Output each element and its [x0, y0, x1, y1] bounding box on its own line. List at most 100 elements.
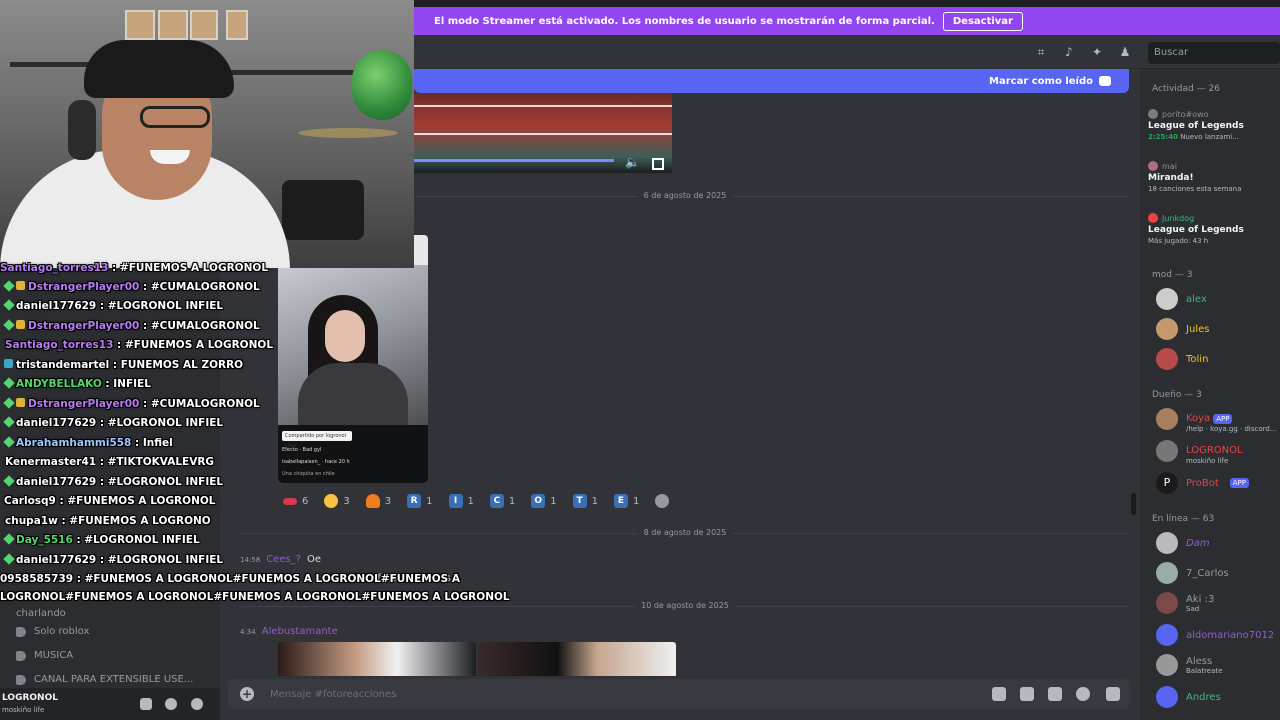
mod-header: mod — 3	[1152, 270, 1193, 280]
date-divider-label: 10 de agosto de 2025	[635, 599, 735, 613]
activity-sub: 18 canciones esta semana	[1148, 185, 1242, 193]
fullscreen-icon[interactable]	[652, 158, 664, 170]
scrollbar[interactable]	[1131, 493, 1136, 515]
message-author[interactable]: Alebustamante	[262, 626, 338, 637]
reaction-count: 3	[343, 495, 350, 507]
avatar	[1156, 654, 1178, 676]
activity-sub: Más jugado: 43 h	[1148, 237, 1209, 245]
emoji-icon[interactable]	[1076, 687, 1090, 701]
add-attachment-icon[interactable]: +	[240, 687, 254, 701]
member-andres[interactable]: Andres	[1156, 684, 1280, 710]
message: r fotoreacciones ?	[370, 573, 459, 584]
voice-channel-solo-roblox[interactable]: Solo roblox	[16, 626, 89, 637]
reaction-letter-c[interactable]: C1	[485, 490, 520, 512]
member-7-carlos[interactable]: 7_Carlos	[1156, 560, 1280, 586]
activity-user: mai	[1162, 161, 1177, 171]
image-attachment[interactable]	[278, 642, 476, 676]
video-progress-bar[interactable]	[414, 159, 614, 162]
avatar	[1156, 288, 1178, 310]
webcam-wall-frame	[226, 10, 248, 40]
activity-card[interactable]: Junkdog League of Legends Más jugado: 43…	[1148, 213, 1280, 245]
apps-icon[interactable]	[1106, 687, 1120, 701]
activity-card[interactable]: mai Miranda! 18 canciones esta semana	[1148, 161, 1280, 193]
gif-icon[interactable]	[1020, 687, 1034, 701]
message-input[interactable]	[270, 684, 870, 704]
threads-icon[interactable]: ⌗	[1034, 45, 1048, 59]
date-divider: 10 de agosto de 2025	[240, 599, 1130, 613]
voice-channel-extensible[interactable]: CANAL PARA EXTENSIBLE USE...	[16, 674, 193, 685]
microphone-icon[interactable]	[140, 698, 152, 710]
speaker-icon	[16, 674, 26, 685]
bell-icon[interactable]: ♪	[1062, 45, 1076, 59]
webcam-wall-frame	[125, 10, 155, 40]
date-divider-label: 8 de agosto de 2025	[637, 526, 733, 540]
reaction-count: 1	[467, 495, 474, 507]
voice-channel-musica[interactable]: MUSICA	[16, 650, 73, 661]
video-attachment[interactable]: 🔈	[414, 93, 672, 173]
regional-t-icon: T	[572, 494, 587, 508]
webcam-headset	[68, 100, 96, 160]
search-input[interactable]: Buscar	[1148, 42, 1280, 64]
member-aless[interactable]: Aless Balatreate	[1156, 652, 1280, 678]
add-reaction-button[interactable]	[650, 490, 674, 512]
regional-i-icon: I	[448, 494, 463, 508]
add-reaction-icon	[655, 494, 670, 508]
headphones-icon[interactable]	[165, 698, 177, 710]
member-status: Balatreate	[1186, 666, 1223, 675]
avatar	[1156, 440, 1178, 462]
member-aki[interactable]: Aki :3 Sad	[1156, 590, 1280, 616]
member-dam[interactable]: Dam	[1156, 530, 1280, 556]
member-name: Aki :3	[1186, 593, 1215, 605]
channel-charlando[interactable]: charlando	[16, 608, 66, 619]
message-text: r fotoreacciones ?	[370, 573, 460, 584]
reaction-count: 3	[384, 495, 392, 507]
member-jules[interactable]: Jules	[1156, 316, 1280, 342]
message-author[interactable]: Cees_?	[266, 554, 301, 565]
member-probot[interactable]: P ProBot APP	[1156, 470, 1280, 496]
member-tolin[interactable]: Tolin	[1156, 346, 1280, 372]
activity-card[interactable]: porito#owo League of Legends 2:25:40 Nue…	[1148, 109, 1280, 141]
member-alex[interactable]: alex	[1156, 286, 1280, 312]
member-logronol[interactable]: LOGRONOL moskiño life	[1156, 438, 1280, 465]
members-icon[interactable]: ♟	[1118, 45, 1132, 59]
member-name: ProBot	[1186, 477, 1219, 489]
reaction-letter-r[interactable]: R1	[402, 490, 437, 512]
user-status: moskiño life	[2, 706, 45, 714]
member-list: Actividad — 26 porito#owo League of Lege…	[1140, 69, 1280, 720]
webcam-shelf	[220, 70, 360, 75]
avatar	[1156, 562, 1178, 584]
reaction-letter-i[interactable]: I1	[444, 490, 479, 512]
regional-c-icon: C	[489, 494, 504, 508]
reaction-letter-o[interactable]: O1	[526, 490, 561, 512]
photo-attachment[interactable]: Compartido por logronol clips Efecto · B…	[278, 235, 428, 483]
activity-header: Actividad — 26	[1152, 84, 1220, 94]
channel-label: Solo roblox	[34, 626, 90, 637]
reaction-letter-e[interactable]: E1	[609, 490, 644, 512]
image-attachment[interactable]	[478, 642, 676, 676]
new-messages-bar[interactable]: Marcar como leído	[414, 69, 1129, 93]
reaction-letter-t[interactable]: T1	[568, 490, 603, 512]
member-aldomariano7012[interactable]: aldomariano7012	[1156, 622, 1280, 648]
volume-icon[interactable]: 🔈	[625, 155, 640, 169]
gift-icon[interactable]	[992, 687, 1006, 701]
webcam-wall-frame	[190, 10, 218, 40]
fire-emoji-icon	[365, 494, 380, 508]
pin-icon[interactable]: ✦	[1090, 45, 1104, 59]
disable-streamer-button[interactable]: Desactivar	[942, 11, 1023, 31]
sticker-icon[interactable]	[1048, 687, 1062, 701]
app-badge: APP	[1213, 413, 1233, 424]
reaction-smile[interactable]: 3	[319, 490, 354, 512]
photo-subject-face	[325, 310, 365, 362]
reaction-fire[interactable]: 3	[361, 490, 396, 512]
avatar	[1156, 348, 1178, 370]
settings-gear-icon[interactable]	[191, 698, 203, 710]
member-koya[interactable]: Koya APP/help · koya.gg · discord...	[1156, 406, 1280, 433]
avatar	[1148, 161, 1158, 171]
reaction-count: 1	[591, 495, 598, 507]
webcam-drum	[282, 180, 364, 240]
reaction-mouth[interactable]: 6	[278, 490, 313, 512]
date-divider: 8 de agosto de 2025	[240, 526, 1130, 540]
member-name: Dam	[1186, 537, 1210, 549]
video-frame	[414, 105, 672, 135]
streamer-mode-banner: El modo Streamer está activado. Los nomb…	[414, 7, 1280, 35]
